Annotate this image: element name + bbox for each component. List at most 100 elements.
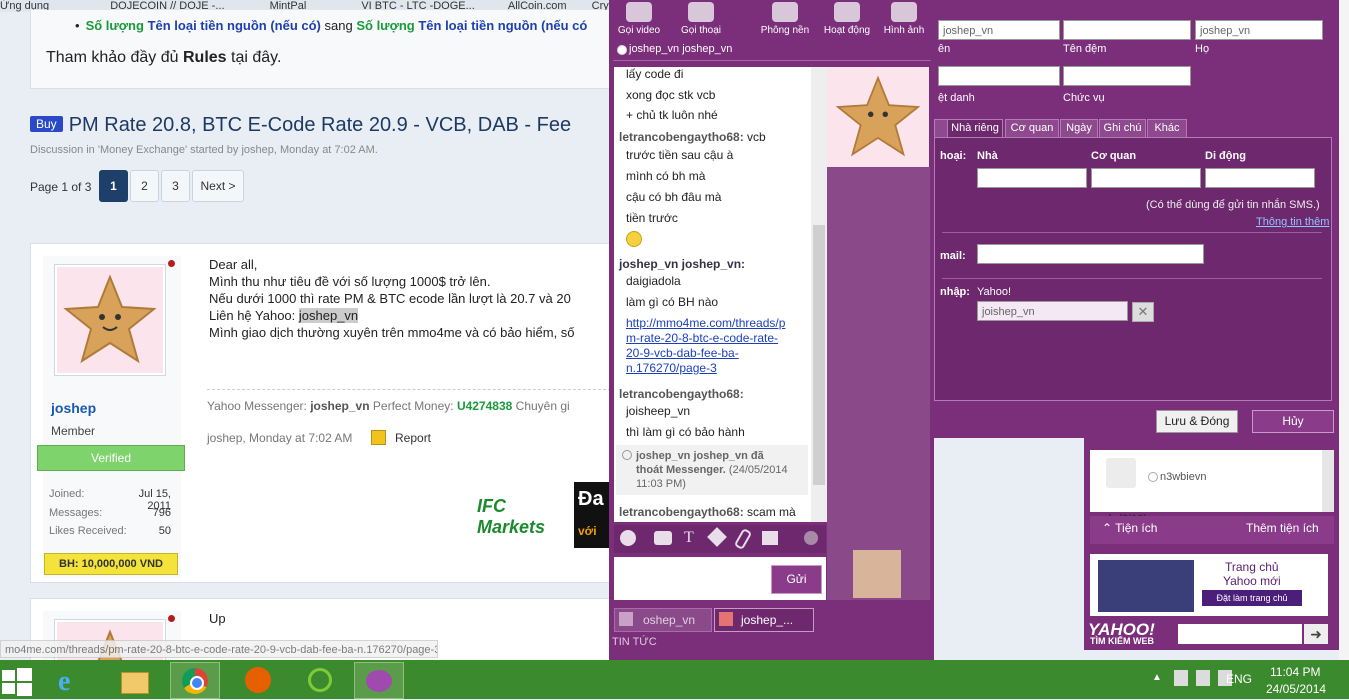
tray-network-icon[interactable] [1174, 670, 1188, 686]
middle-name-label: Tên đệm [1063, 43, 1107, 55]
work-phone-label: Cơ quan [1091, 150, 1137, 162]
windows-start-icon[interactable] [0, 662, 40, 697]
attach-icon[interactable] [733, 527, 753, 551]
language-indicator[interactable]: ENG [1226, 672, 1252, 686]
add-utilities-button[interactable]: Thêm tiện ích [1246, 521, 1319, 535]
page-2-button[interactable]: 2 [130, 170, 159, 202]
rules-link[interactable]: tại đây. [231, 49, 281, 66]
voice-call-button[interactable]: Gọi thoại [675, 0, 727, 40]
report-icon[interactable] [371, 430, 386, 445]
email-field[interactable] [977, 244, 1204, 264]
text-format-icon[interactable]: T [684, 529, 694, 547]
username[interactable]: joshep [51, 400, 96, 416]
tray-arrow-icon[interactable]: ▲ [1152, 672, 1164, 684]
share-icon[interactable] [762, 531, 778, 545]
my-avatar[interactable] [853, 550, 901, 598]
search-arrow-icon[interactable]: ➜ [1304, 624, 1328, 644]
send-button[interactable]: Gửi [771, 565, 822, 594]
contact-scrollbar[interactable] [1322, 450, 1334, 512]
next-page-button[interactable]: Next > [192, 170, 244, 202]
utilities-bar: ⌃ Tiện ích Thêm tiện ích [1090, 516, 1334, 544]
cancel-button[interactable]: Hủy [1252, 410, 1334, 433]
yahoo-messenger-icon[interactable] [354, 662, 404, 699]
last-name-field[interactable]: joshep_vn [1195, 20, 1323, 40]
contact-icon[interactable] [804, 531, 818, 545]
home-phone-field[interactable] [977, 168, 1087, 188]
promo-banner[interactable]: Trang chủ Yahoo mới Đặt làm trang chủ [1090, 554, 1328, 616]
tab-first[interactable] [934, 119, 948, 138]
background-icon [772, 2, 798, 22]
chat-scrollbar[interactable] [811, 67, 827, 522]
web-search-input[interactable] [1178, 624, 1302, 644]
contact-list[interactable]: n3wbievn ▾ b (3/10) [1090, 450, 1322, 525]
internet-explorer-icon[interactable]: e [52, 662, 92, 697]
photo-icon [891, 2, 917, 22]
scroll-thumb[interactable] [813, 225, 825, 485]
audible-icon[interactable] [654, 531, 672, 545]
remove-im-button[interactable]: ✕ [1132, 302, 1154, 322]
job-title-field[interactable] [1063, 66, 1191, 86]
chat-link[interactable]: http://mmo4me.com/threads/p m-rate-20-8-b… [626, 316, 785, 376]
page-3-button[interactable]: 3 [161, 170, 190, 202]
insurance-badge: BH: 10,000,000 VND [44, 553, 178, 575]
coccoc-icon[interactable] [300, 662, 340, 697]
email-label: mail: [940, 250, 966, 262]
chat-history[interactable]: lấy code đi xong đọc stk vcb + chủ tk lu… [614, 67, 811, 522]
signature: Yahoo Messenger: joshep_vn Perfect Money… [207, 399, 570, 413]
ad-banner-dark[interactable]: Đa với [574, 482, 610, 548]
firefox-icon[interactable] [238, 662, 278, 697]
clock-date[interactable]: 24/05/2014 [1266, 682, 1326, 696]
tab-notes[interactable]: Ghi chú [1099, 119, 1146, 138]
emoticon-icon[interactable] [620, 530, 636, 546]
first-name-field[interactable]: joshep_vn [938, 20, 1060, 40]
conversation-tab-active[interactable]: joshep_... [714, 608, 814, 632]
tray-power-icon[interactable] [1196, 670, 1210, 686]
save-close-button[interactable]: Lưu & Đóng [1156, 410, 1238, 433]
windows-taskbar: e ▲ ENG 11:04 PM 24/05/2014 [0, 660, 1349, 699]
tab-work[interactable]: Cơ quan [1005, 119, 1059, 138]
news-label[interactable]: TIN TỨC [612, 636, 657, 648]
utilities-button[interactable]: ⌃ Tiện ích [1102, 521, 1157, 535]
more-info-link[interactable]: Thông tin thêm [1256, 216, 1329, 228]
rules-box: • Số lượng Tên loại tiền nguồn (nếu có) s… [30, 10, 610, 89]
last-name-label: Họ [1195, 43, 1210, 55]
star-avatar-image [835, 75, 921, 157]
promo-image [1098, 560, 1194, 612]
conversation-tab[interactable]: oshep_vn [614, 608, 712, 632]
video-call-button[interactable]: Gọi video [613, 0, 665, 40]
ad-banner[interactable]: IFC Markets [471, 484, 571, 548]
post-footer[interactable]: joshep, Monday at 7:02 AM [207, 431, 352, 445]
activity-button[interactable]: Hoạt động [819, 0, 875, 40]
middle-name-field[interactable] [1063, 20, 1191, 40]
avatar[interactable] [54, 264, 166, 376]
buzz-icon[interactable] [707, 527, 727, 547]
clock-time[interactable]: 11:04 PM [1270, 665, 1320, 679]
file-explorer-icon[interactable] [113, 662, 153, 697]
signature-divider [207, 389, 610, 390]
mobile-phone-field[interactable] [1205, 168, 1315, 188]
nickname-field[interactable] [938, 66, 1060, 86]
messenger-sidebar: n3wbievn ▾ b (3/10) ⌃ Tiện ích Thêm tiện… [1084, 438, 1339, 650]
contact-avatar[interactable] [827, 67, 929, 167]
star-avatar-image [57, 267, 163, 373]
divider [942, 232, 1322, 233]
verified-badge: Verified [37, 445, 185, 471]
user-title: Member [51, 424, 96, 438]
tab-other[interactable]: Khác [1147, 119, 1187, 138]
photos-button[interactable]: Hình ảnh [879, 0, 929, 40]
page-1-button[interactable]: 1 [99, 170, 128, 202]
yahoo-id-highlight: joshep_vn [298, 308, 359, 323]
set-homepage-button[interactable]: Đặt làm trang chủ [1202, 590, 1302, 606]
work-phone-field[interactable] [1091, 168, 1201, 188]
buy-prefix-badge[interactable]: Buy [30, 116, 63, 132]
chrome-icon[interactable] [170, 662, 220, 699]
tab-dates[interactable]: Ngày [1060, 119, 1098, 138]
tab-home[interactable]: Nhà riêng [947, 119, 1003, 138]
messages-value: 796 [152, 507, 171, 519]
post-body: Dear all, Mình thu như tiêu đề với số lư… [209, 257, 575, 340]
background-button[interactable]: Phông nền [757, 0, 813, 40]
sms-note: (Có thể dùng để gửi tin nhắn SMS.) [1146, 199, 1320, 211]
report-link[interactable]: Report [395, 431, 431, 445]
im-id-field[interactable]: joishep_vn [977, 301, 1128, 321]
contact-name[interactable]: n3wbievn [1160, 471, 1206, 483]
